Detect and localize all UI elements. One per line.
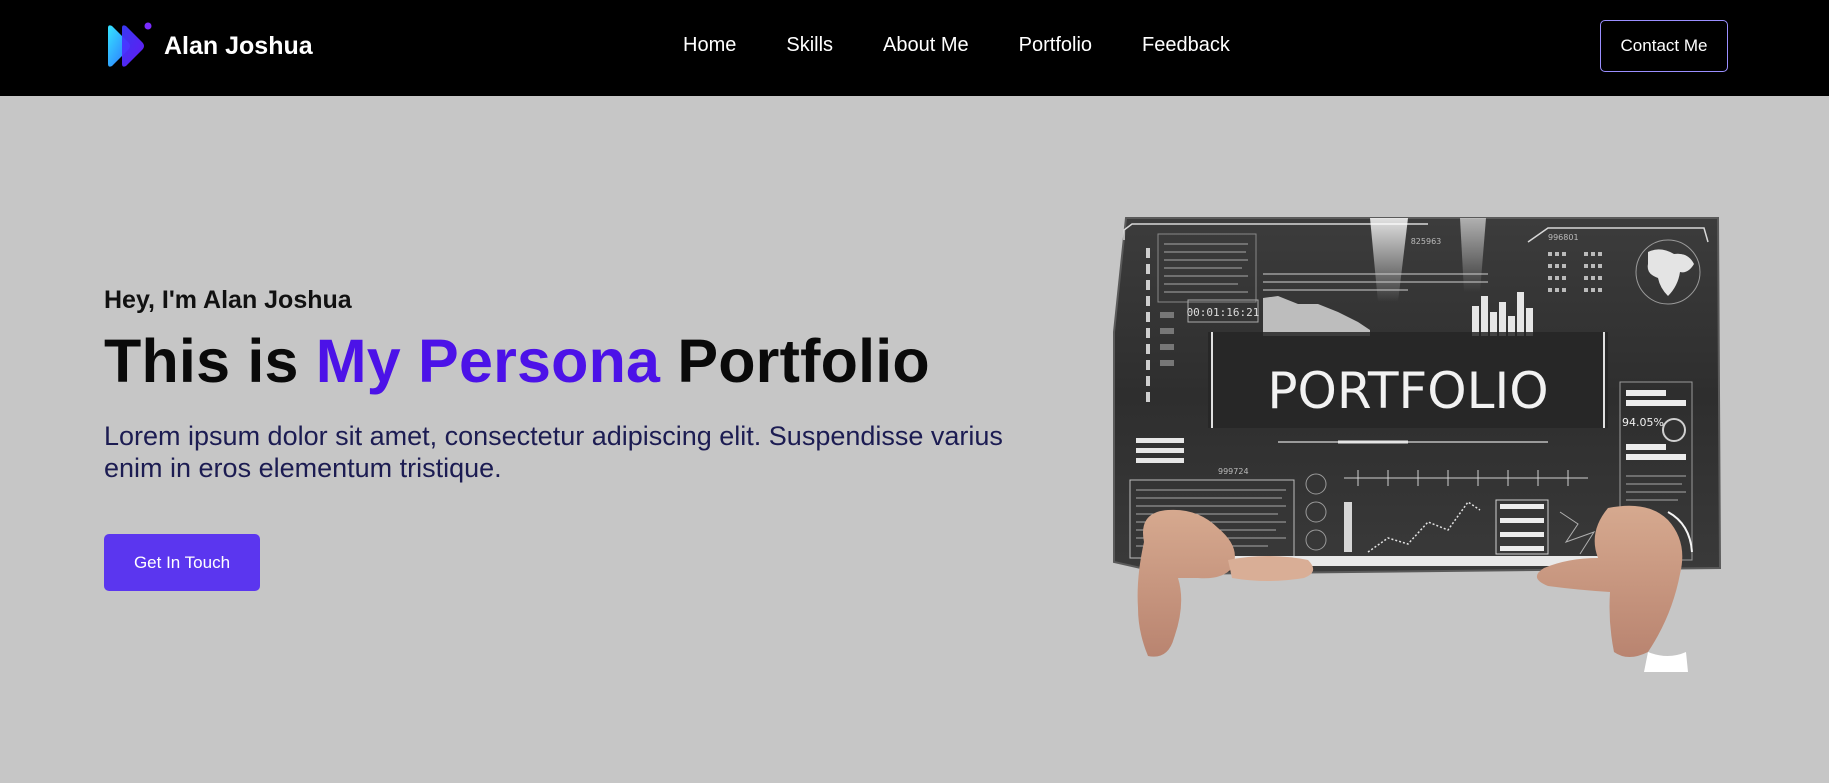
hero-greeting: Hey, I'm Alan Joshua — [104, 286, 352, 314]
brand-name: Alan Joshua — [164, 31, 313, 60]
hud-screen-title: PORTFOLIO — [1267, 362, 1548, 420]
hero-title-accent: My Persona — [315, 327, 661, 395]
tablet-hud-illustration: 00:01:16:21 825963 996801 PORTFOLIO 94.0… — [1113, 217, 1722, 672]
nav-link-feedback[interactable]: Feedback — [1142, 34, 1230, 57]
hud-code-bottom: 999724 — [1218, 467, 1249, 476]
hero-title-suffix: Portfolio — [660, 327, 930, 395]
contact-me-button[interactable]: Contact Me — [1600, 20, 1728, 72]
hero-description: Lorem ipsum dolor sit amet, consectetur … — [104, 421, 1003, 483]
play-arrow-logo-icon — [108, 22, 152, 67]
get-in-touch-button[interactable]: Get In Touch — [104, 534, 260, 591]
nav-link-home[interactable]: Home — [683, 34, 736, 57]
hero-title-prefix: This is — [104, 327, 316, 395]
nav-links: Home Skills About Me Portfolio Feedback — [683, 34, 1230, 57]
nav-link-skills[interactable]: Skills — [786, 34, 833, 57]
hero-portfolio-image: 00:01:16:21 825963 996801 PORTFOLIO 94.0… — [1108, 212, 1728, 672]
hud-timer: 00:01:16:21 — [1187, 306, 1260, 319]
hud-code-top: 825963 — [1411, 237, 1442, 246]
top-navbar: Alan Joshua Home Skills About Me Portfol… — [0, 0, 1829, 96]
nav-link-portfolio[interactable]: Portfolio — [1019, 34, 1092, 57]
brand[interactable]: Alan Joshua — [104, 22, 313, 70]
hud-code-right: 996801 — [1548, 233, 1579, 242]
hud-percentage: 94.05% — [1622, 416, 1664, 429]
nav-link-about-me[interactable]: About Me — [883, 34, 969, 57]
hero-title: This is My Persona Portfolio — [104, 326, 930, 396]
